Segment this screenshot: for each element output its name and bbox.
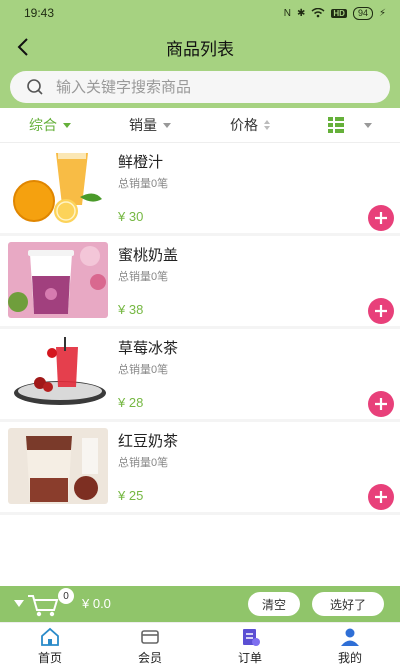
sort-comprehensive-label: 综合 (29, 117, 57, 133)
product-price: ¥ 38 (118, 302, 144, 317)
product-name: 红豆奶茶 (118, 433, 179, 450)
add-to-cart-button[interactable] (368, 205, 394, 231)
nfc-icon: N (283, 7, 291, 19)
product-name: 鲜橙汁 (118, 154, 164, 171)
product-item[interactable]: 红豆奶茶 总销量0笔 ¥ 25 (0, 422, 400, 515)
sort-price-label: 价格 (230, 117, 258, 133)
plus-icon (375, 212, 387, 224)
user-icon (341, 628, 359, 646)
layout-toggle[interactable] (300, 117, 400, 133)
tab-bar: 首页 会员 订单 我的 (0, 622, 400, 667)
sort-comprehensive[interactable]: 综合 (0, 115, 100, 135)
nav-bar: 商品列表 (0, 26, 400, 68)
dropdown-arrow-icon (163, 122, 171, 128)
status-time: 19:43 (24, 6, 55, 20)
status-bar: 19:43 N ✱ HD 94 ⚡ (0, 0, 400, 26)
cart-count-badge: 0 (58, 588, 74, 604)
plus-icon (375, 398, 387, 410)
search-icon (27, 79, 43, 95)
member-icon (141, 630, 159, 644)
product-price: ¥ 28 (118, 395, 144, 410)
hd-badge: HD (331, 8, 347, 18)
clear-cart-button[interactable]: 清空 (248, 592, 300, 616)
product-sales: 总销量0笔 (118, 178, 169, 190)
status-icons: N ✱ HD 94 ⚡ (283, 6, 386, 20)
product-name: 蜜桃奶盖 (118, 247, 179, 264)
tab-home[interactable]: 首页 (0, 623, 100, 667)
tab-member-label: 会员 (137, 651, 162, 665)
product-sales: 总销量0笔 (118, 364, 169, 376)
product-item[interactable]: 鲜橙汁 总销量0笔 ¥ 30 (0, 143, 400, 236)
dropdown-arrow-icon (63, 122, 71, 128)
wifi-icon (311, 8, 325, 18)
product-sales: 总销量0笔 (118, 457, 169, 469)
dropdown-arrow-icon (364, 122, 372, 128)
search-input[interactable] (54, 77, 358, 97)
back-icon[interactable] (14, 36, 34, 58)
plus-icon (375, 305, 387, 317)
tab-member[interactable]: 会员 (100, 623, 200, 667)
product-item[interactable]: 草莓冰茶 总销量0笔 ¥ 28 (0, 329, 400, 422)
product-sales: 总销量0笔 (118, 271, 169, 283)
search-box[interactable] (10, 71, 390, 103)
battery-icon: 94 (352, 6, 373, 20)
charging-icon: ⚡ (378, 7, 386, 19)
add-to-cart-button[interactable] (368, 484, 394, 510)
home-icon (41, 627, 59, 646)
product-image-peach-milk-cap[interactable] (8, 242, 108, 318)
search-area (0, 68, 400, 108)
add-to-cart-button[interactable] (368, 391, 394, 417)
add-to-cart-button[interactable] (368, 298, 394, 324)
bluetooth-icon: ✱ (297, 7, 306, 19)
tab-orders-label: 订单 (237, 651, 262, 665)
product-name: 草莓冰茶 (118, 340, 179, 357)
grid-list-icon (328, 117, 344, 133)
page-title: 商品列表 (166, 39, 234, 59)
cart-icon[interactable] (26, 592, 60, 618)
collapse-arrow-icon[interactable] (14, 600, 24, 607)
product-image-red-bean-milk-tea[interactable] (8, 428, 108, 504)
tab-home-label: 首页 (37, 651, 62, 665)
product-list: 鲜橙汁 总销量0笔 ¥ 30 蜜桃奶盖 总销量0笔 ¥ 38 草莓冰茶 总销量0… (0, 143, 400, 515)
cart-total: ¥ 0.0 (82, 596, 111, 611)
plus-icon (375, 491, 387, 503)
sort-price[interactable]: 价格 (200, 115, 300, 135)
cart-bar: 0 ¥ 0.0 清空 选好了 (0, 586, 400, 622)
product-image-strawberry-iced-tea[interactable] (8, 335, 108, 411)
product-price: ¥ 25 (118, 488, 144, 503)
tab-mine[interactable]: 我的 (300, 623, 400, 667)
product-price: ¥ 30 (118, 209, 144, 224)
sort-sales-label: 销量 (129, 117, 157, 133)
sort-bar: 综合 销量 价格 (0, 108, 400, 143)
product-image-orange-juice[interactable] (8, 149, 108, 225)
tab-orders[interactable]: 订单 (200, 623, 300, 667)
sort-updown-icon (264, 120, 270, 130)
orders-icon (243, 629, 260, 646)
sort-sales[interactable]: 销量 (100, 115, 200, 135)
product-item[interactable]: 蜜桃奶盖 总销量0笔 ¥ 38 (0, 236, 400, 329)
tab-mine-label: 我的 (337, 651, 362, 665)
checkout-button[interactable]: 选好了 (312, 592, 384, 616)
